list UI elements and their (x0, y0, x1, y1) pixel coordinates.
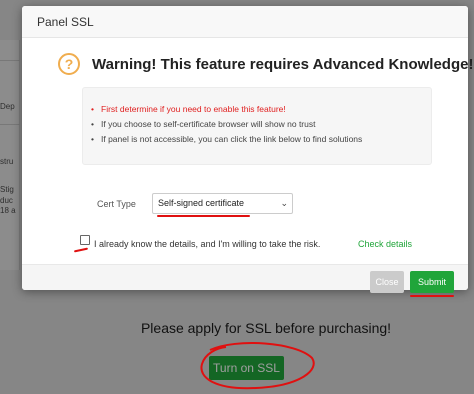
panel-ssl-dialog: Panel SSL ? Warning! This feature requir… (22, 6, 473, 297)
warning-notes-box: • First determine if you need to enable t… (82, 87, 432, 165)
warning-title: Warning! This feature requires Advanced … (92, 56, 474, 73)
cert-type-select[interactable]: Self-signed certificate ⌄ (152, 193, 293, 214)
red-underline-annotation (410, 295, 454, 297)
apply-ssl-message: Please apply for SSL before purchasing! (140, 320, 392, 336)
note-text: If you choose to self-certificate browse… (101, 119, 316, 129)
bullet-icon: • (91, 119, 94, 129)
note-text: If panel is not accessible, you can clic… (101, 134, 363, 144)
note-text: First determine if you need to enable th… (101, 104, 286, 114)
check-details-link[interactable]: Check details (358, 239, 412, 249)
question-warning-icon: ? (58, 53, 80, 75)
chevron-down-icon: ⌄ (280, 198, 288, 208)
bullet-icon: • (91, 134, 94, 144)
note-item: • First determine if you need to enable t… (91, 102, 431, 117)
red-underline-annotation (73, 247, 89, 253)
red-underline-annotation (157, 215, 250, 217)
cert-type-value: Self-signed certificate (158, 198, 245, 208)
turn-on-ssl-button[interactable]: Turn on SSL (209, 356, 284, 380)
bullet-icon: • (91, 104, 94, 114)
risk-agree-label: I already know the details, and I'm will… (94, 239, 321, 249)
dialog-header: Panel SSL (22, 6, 468, 38)
submit-button[interactable]: Submit (410, 271, 454, 293)
close-button[interactable]: Close (370, 271, 404, 293)
risk-agree-checkbox[interactable] (80, 235, 90, 245)
cert-type-label: Cert Type (97, 199, 136, 209)
note-item: • If panel is not accessible, you can cli… (91, 132, 431, 147)
note-item: • If you choose to self-certificate brows… (91, 117, 431, 132)
dialog-title: Panel SSL (37, 15, 94, 29)
